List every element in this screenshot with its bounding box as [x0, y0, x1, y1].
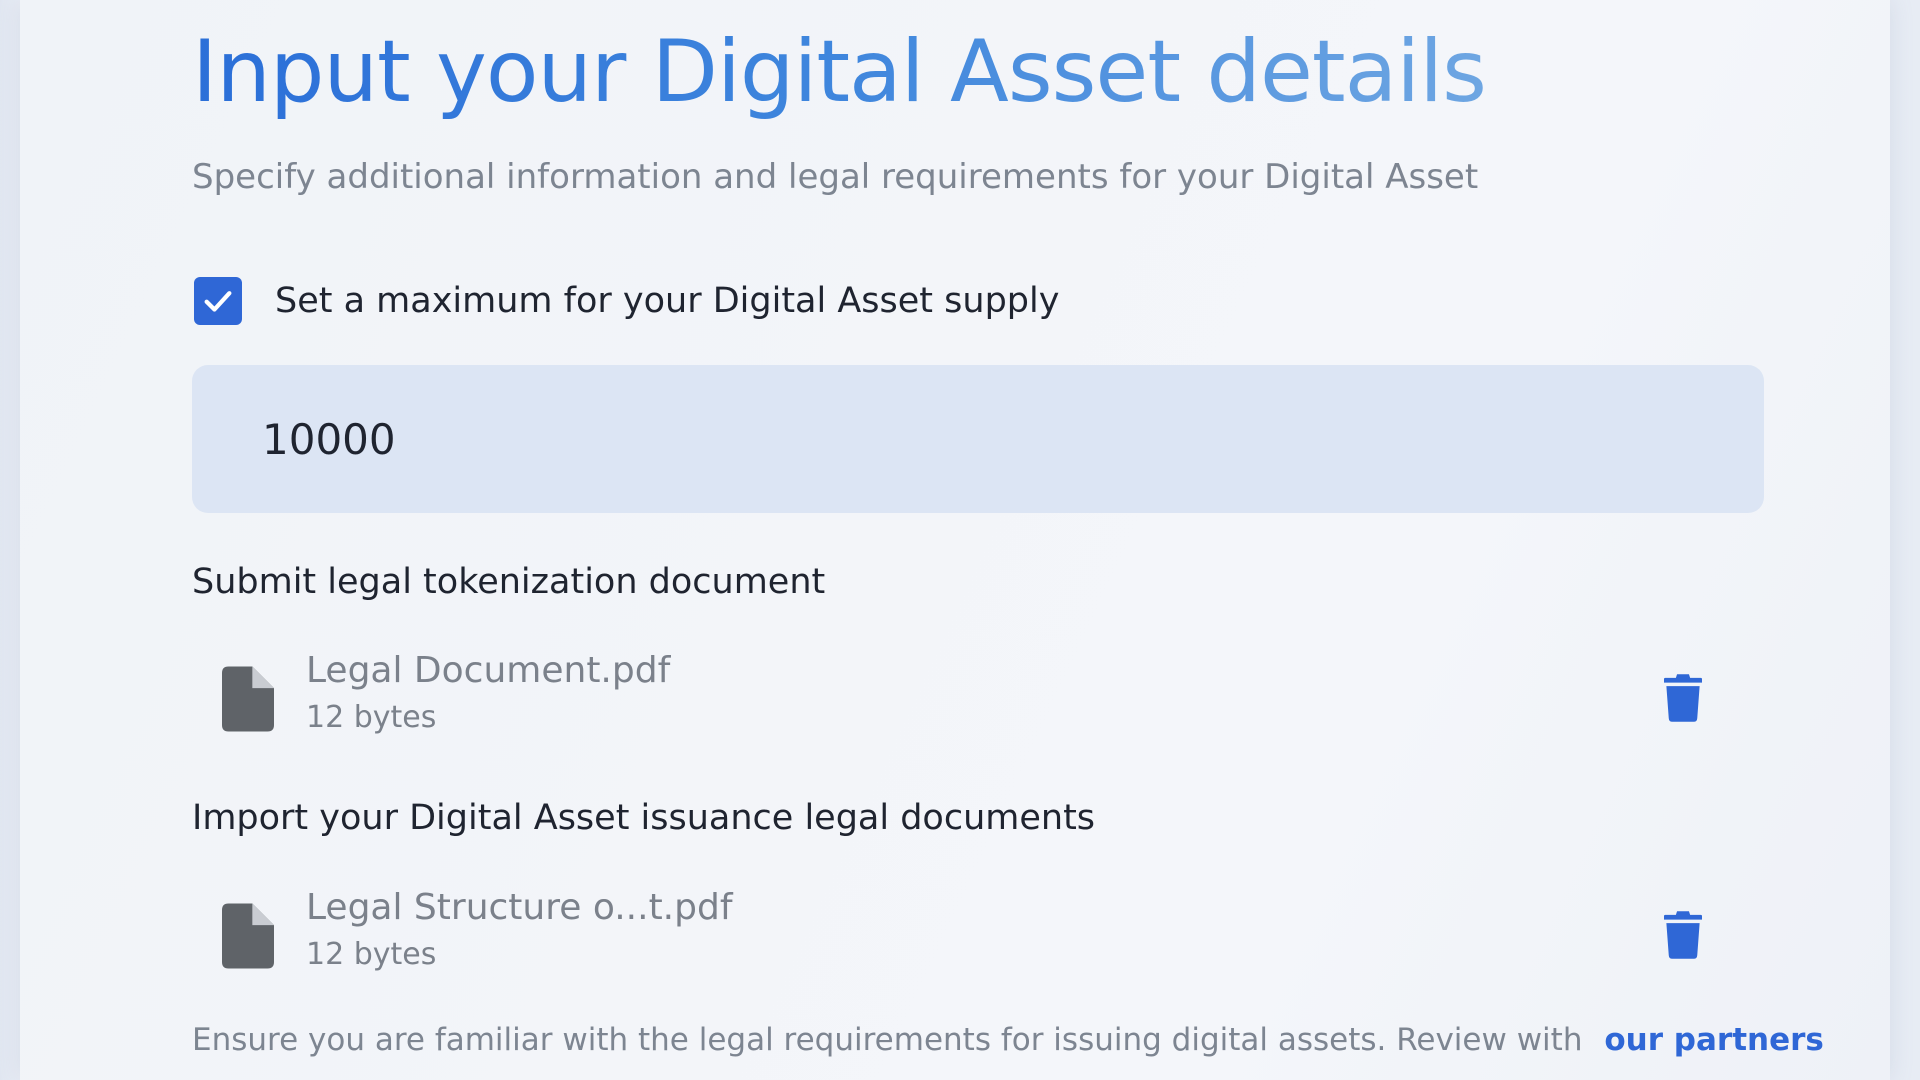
tokenization-document-label: Submit legal tokenization document: [192, 562, 826, 602]
our-partners-link[interactable]: our partners: [1604, 1022, 1824, 1058]
max-supply-checkbox[interactable]: [194, 277, 242, 325]
file-size: 12 bytes: [306, 937, 437, 972]
checkmark-icon: [204, 291, 232, 312]
legal-footer-note: Ensure you are familiar with the legal r…: [192, 1022, 1824, 1058]
page-subtitle: Specify additional information and legal…: [192, 157, 1479, 197]
file-name: Legal Structure o...t.pdf: [306, 887, 733, 928]
delete-issuance-file-button[interactable]: [1664, 911, 1702, 959]
file-name: Legal Document.pdf: [306, 650, 671, 691]
tokenization-file-item: Legal Document.pdf 12 bytes: [222, 648, 1742, 748]
max-supply-checkbox-label[interactable]: Set a maximum for your Digital Asset sup…: [275, 281, 1059, 321]
file-size: 12 bytes: [306, 700, 437, 735]
issuance-documents-label: Import your Digital Asset issuance legal…: [192, 798, 1096, 838]
issuance-file-item: Legal Structure o...t.pdf 12 bytes: [222, 885, 1742, 985]
page-title: Input your Digital Asset details: [192, 22, 1487, 122]
max-supply-checkbox-row[interactable]: Set a maximum for your Digital Asset sup…: [194, 276, 1059, 326]
form-content: Input your Digital Asset details Specify…: [192, 0, 1824, 1080]
footer-note-text: Ensure you are familiar with the legal r…: [192, 1022, 1583, 1058]
file-icon: [222, 666, 274, 732]
delete-tokenization-file-button[interactable]: [1664, 674, 1702, 722]
form-panel: Input your Digital Asset details Specify…: [20, 0, 1890, 1080]
file-icon: [222, 903, 274, 969]
max-supply-input[interactable]: [192, 365, 1764, 513]
